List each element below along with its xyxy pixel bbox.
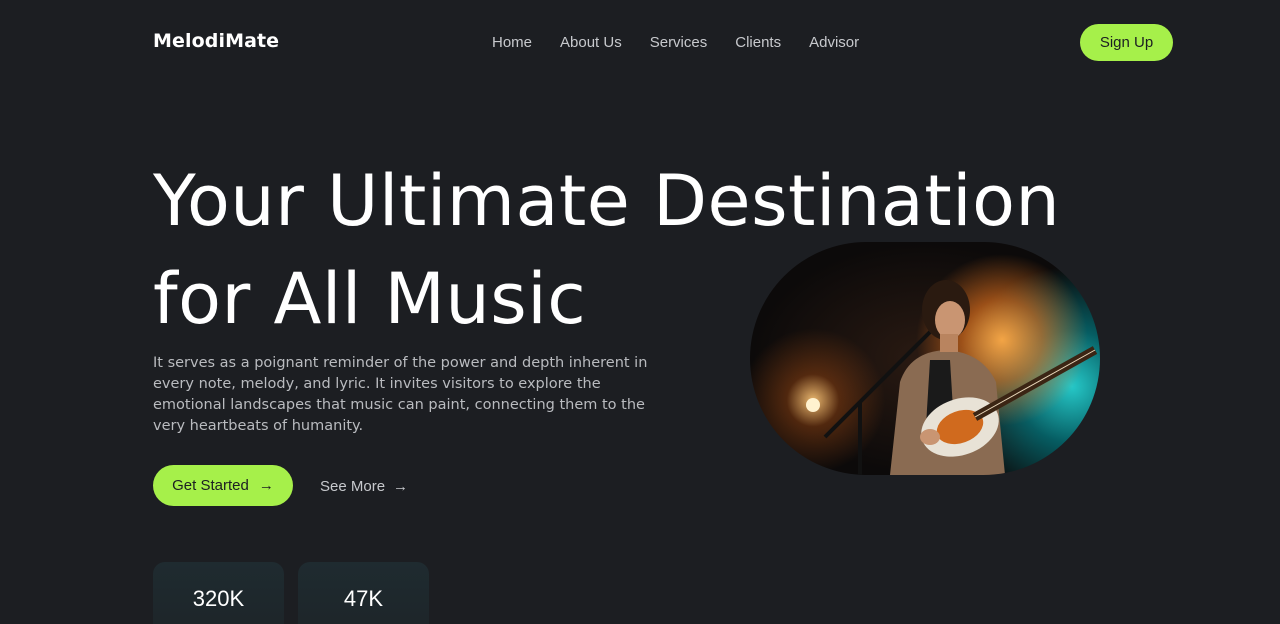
nav-services[interactable]: Services <box>650 34 708 51</box>
landing-page: MelodiMate Home About Us Services Client… <box>0 0 1280 624</box>
get-started-button[interactable]: Get Started → <box>153 465 293 506</box>
main-nav: Home About Us Services Clients Advisor <box>492 34 887 51</box>
see-more-label: See More <box>320 477 386 495</box>
nav-home[interactable]: Home <box>492 34 532 51</box>
arrow-right-icon: → <box>393 477 409 495</box>
arrow-right-icon: → <box>258 477 274 494</box>
get-started-label: Get Started <box>172 477 249 494</box>
nav-advisor[interactable]: Advisor <box>809 34 859 51</box>
nav-clients[interactable]: Clients <box>735 34 781 51</box>
stat-value: 47K <box>343 586 384 611</box>
hero-description: It serves as a poignant reminder of the … <box>153 355 648 434</box>
brand-logo[interactable]: MelodiMate <box>153 30 279 52</box>
stat-card-1: 320K <box>153 562 284 624</box>
stat-card-2: 47K <box>298 562 429 624</box>
guitarist-illustration <box>806 280 1098 475</box>
see-more-link[interactable]: See More → <box>320 476 408 496</box>
hero-title-line-1: Your Ultimate Destination <box>153 160 1061 242</box>
stat-value: 320K <box>192 586 245 611</box>
nav-about-us[interactable]: About Us <box>560 34 622 51</box>
signup-button[interactable]: Sign Up <box>1080 24 1173 61</box>
hero-image-guitarist <box>750 242 1100 475</box>
